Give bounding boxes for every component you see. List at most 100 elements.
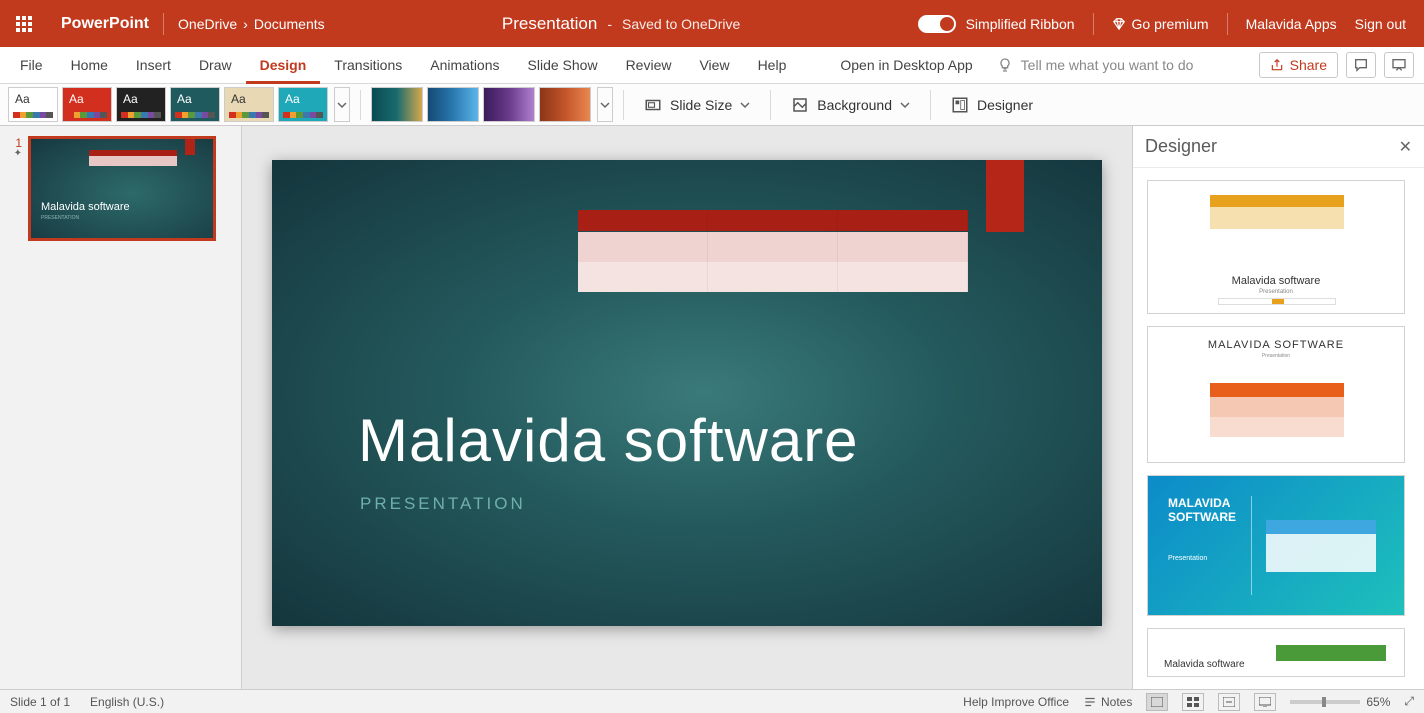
separator [1227,13,1228,35]
title-bar: PowerPoint OneDrive › Documents Presenta… [0,0,1424,47]
fit-to-window-button[interactable]: ⤢ [1404,694,1414,709]
reading-view-icon [1223,697,1235,707]
variant-swatch-2[interactable] [483,87,535,122]
tell-me-search[interactable]: Tell me what you want to do [997,57,1194,73]
ribbon-separator [360,90,361,120]
themes-more-dropdown[interactable] [334,87,350,122]
chevron-down-icon [337,100,347,110]
saved-status: Saved to OneDrive [622,16,740,32]
slide-canvas-area[interactable]: Malavida software PRESENTATION [242,126,1132,689]
tab-review[interactable]: Review [612,47,686,84]
tab-view[interactable]: View [685,47,743,84]
tab-design[interactable]: Design [246,47,321,84]
theme-swatch-4[interactable]: Aa [224,87,274,122]
design-card-title: Malavida software [1164,659,1245,670]
zoom-control[interactable]: 65% [1290,695,1390,709]
status-bar: Slide 1 of 1 English (U.S.) Help Improve… [0,689,1424,713]
theme-aa-label: Aa [231,92,246,106]
tab-insert[interactable]: Insert [122,47,185,84]
simplified-ribbon-toggle[interactable]: Simplified Ribbon [918,15,1075,33]
slide-size-icon [644,96,662,114]
notes-icon [1083,695,1097,709]
thumb-table [89,150,177,166]
chevron-down-icon [740,100,750,110]
theme-swatch-2[interactable]: Aa [116,87,166,122]
breadcrumb-current[interactable]: Documents [254,16,325,32]
chevron-down-icon [600,100,610,110]
tab-transitions[interactable]: Transitions [320,47,416,84]
slide-title[interactable]: Malavida software [358,406,859,475]
thumb-title: Malavida software [41,201,203,213]
design-suggestion-1[interactable]: Malavida software Presentation [1147,180,1405,314]
theme-swatch-0[interactable]: Aa [8,87,58,122]
theme-swatch-1[interactable]: Aa [62,87,112,122]
zoom-slider[interactable] [1290,700,1360,704]
background-label: Background [817,97,892,113]
theme-swatch-3[interactable]: Aa [170,87,220,122]
theme-aa-label: Aa [15,92,30,106]
separator [1093,13,1094,35]
design-suggestion-4[interactable]: Malavida software [1147,628,1405,677]
design-suggestion-2[interactable]: MALAVIDA SOFTWARE Presentation [1147,326,1405,462]
toggle-switch-icon[interactable] [918,15,956,33]
variant-swatch-3[interactable] [539,87,591,122]
language-indicator[interactable]: English (U.S.) [90,695,164,709]
help-improve-link[interactable]: Help Improve Office [963,695,1069,709]
slide-size-button[interactable]: Slide Size [634,87,760,122]
designer-panel: Designer ✕ Malavida software Presentatio… [1132,126,1424,689]
tab-home[interactable]: Home [57,47,122,84]
slide-1[interactable]: Malavida software PRESENTATION [272,160,1102,626]
design-card-title: MALAVIDA SOFTWARE [1168,496,1241,525]
theme-aa-label: Aa [69,92,84,106]
animation-indicator-icon: ✦ [14,150,22,158]
tab-help[interactable]: Help [744,47,801,84]
tab-animations[interactable]: Animations [416,47,513,84]
notes-toggle[interactable]: Notes [1083,695,1132,709]
breadcrumb-root[interactable]: OneDrive [178,16,237,32]
app-launcher-icon[interactable] [0,0,47,47]
slide-sorter-view-button[interactable] [1182,693,1204,711]
slide-size-label: Slide Size [670,97,732,113]
ribbon-separator [930,90,931,120]
go-premium-button[interactable]: Go premium [1112,16,1209,32]
slide-thumbnail-pane: 1 ✦ Malavida software PRESENTATION [0,126,242,689]
comments-button[interactable] [1346,52,1376,78]
diamond-icon [1112,17,1126,31]
variant-swatch-1[interactable] [427,87,479,122]
variant-swatch-0[interactable] [371,87,423,122]
present-button[interactable] [1384,52,1414,78]
slide-accent-shape[interactable] [986,160,1024,232]
slideshow-view-button[interactable] [1254,693,1276,711]
designer-label: Designer [977,97,1033,113]
open-desktop-app-button[interactable]: Open in Desktop App [840,57,972,73]
design-suggestion-3[interactable]: MALAVIDA SOFTWARE Presentation [1147,475,1405,616]
close-icon[interactable]: ✕ [1399,137,1412,157]
theme-swatch-5[interactable]: Aa [278,87,328,122]
design-card-title: MALAVIDA SOFTWARE [1148,339,1404,351]
tab-slideshow[interactable]: Slide Show [514,47,612,84]
reading-view-button[interactable] [1218,693,1240,711]
title-dash: - [607,16,612,32]
slide-table[interactable] [578,210,968,292]
background-button[interactable]: Background [781,87,920,122]
lightbulb-icon [997,57,1013,73]
thumb-accent [185,139,195,155]
chevron-down-icon [900,100,910,110]
variants-more-dropdown[interactable] [597,87,613,122]
designer-suggestions[interactable]: Malavida software Presentation MALAVIDA … [1133,168,1424,689]
designer-panel-header: Designer ✕ [1133,126,1424,168]
slide-counter[interactable]: Slide 1 of 1 [10,695,70,709]
notes-label: Notes [1101,695,1132,709]
tab-draw[interactable]: Draw [185,47,246,84]
share-button[interactable]: Share [1259,52,1338,78]
document-title[interactable]: Presentation [502,14,597,34]
slide-subtitle[interactable]: PRESENTATION [360,494,526,514]
sign-out-link[interactable]: Sign out [1355,16,1406,32]
designer-button[interactable]: Designer [941,87,1043,122]
user-name[interactable]: Malavida Apps [1246,16,1337,32]
design-card-title: Malavida software [1148,275,1404,287]
tab-file[interactable]: File [6,47,57,84]
slide-thumbnail-1[interactable]: Malavida software PRESENTATION [28,136,216,241]
breadcrumb: OneDrive › Documents [164,16,325,32]
normal-view-button[interactable] [1146,693,1168,711]
